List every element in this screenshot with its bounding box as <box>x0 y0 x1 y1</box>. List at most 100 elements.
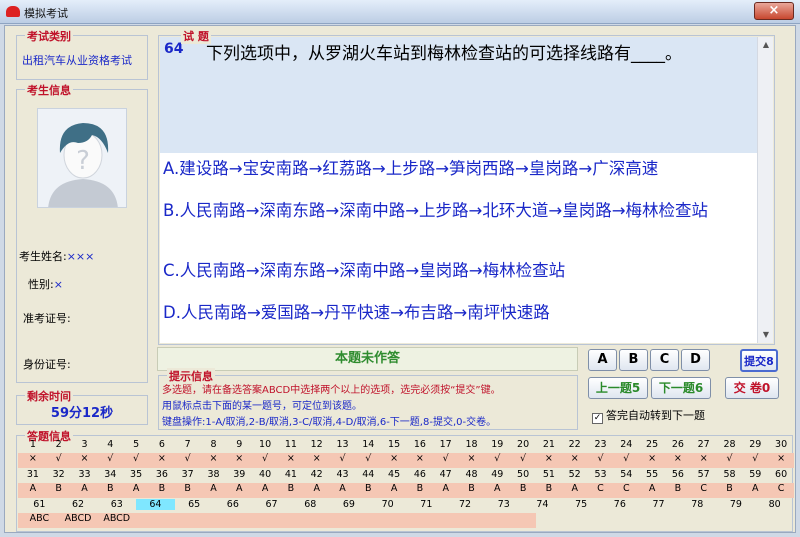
answer-mark-cell[interactable]: C <box>768 483 794 494</box>
question-number-cell[interactable]: 47 <box>433 469 459 480</box>
answer-mark-cell[interactable]: B <box>459 483 485 494</box>
question-number-cell[interactable]: 32 <box>46 469 72 480</box>
question-number-cell[interactable]: 25 <box>639 439 665 450</box>
question-number-cell[interactable]: 8 <box>201 439 227 450</box>
answer-mark-cell[interactable]: √ <box>717 453 743 464</box>
auto-next-checkbox[interactable]: ✓ 答完自动转到下一题 <box>592 407 705 424</box>
question-number-cell[interactable]: 78 <box>678 499 717 510</box>
answer-c-button[interactable]: C <box>650 349 679 371</box>
option-c[interactable]: C.人民南路→深南东路→深南中路→皇岗路→梅林检查站 <box>163 261 753 281</box>
question-number-cell[interactable]: 22 <box>562 439 588 450</box>
answer-mark-cell[interactable]: A <box>381 483 407 494</box>
next-question-button[interactable]: 下一题6 <box>651 377 711 399</box>
answer-mark-cell[interactable]: × <box>20 453 46 464</box>
answer-mark-cell[interactable]: ABCD <box>97 513 136 524</box>
question-number-cell[interactable]: 80 <box>755 499 794 510</box>
question-number-cell[interactable]: 1 <box>20 439 46 450</box>
question-number-cell[interactable]: 65 <box>175 499 214 510</box>
answer-mark-cell[interactable]: √ <box>123 453 149 464</box>
option-b[interactable]: B.人民南路→深南东路→深南中路→上步路→北环大道→皇岗路→梅林检查站 <box>163 201 753 221</box>
submit-button[interactable]: 提交8 <box>740 349 778 372</box>
question-number-cell[interactable]: 55 <box>639 469 665 480</box>
question-number-cell[interactable]: 40 <box>252 469 278 480</box>
question-number-cell[interactable]: 75 <box>562 499 601 510</box>
question-number-cell[interactable]: 73 <box>484 499 523 510</box>
question-number-cell[interactable]: 44 <box>355 469 381 480</box>
question-number-cell[interactable]: 21 <box>536 439 562 450</box>
question-number-cell[interactable]: 10 <box>252 439 278 450</box>
answer-mark-cell[interactable]: A <box>72 483 98 494</box>
question-number-cell[interactable]: 71 <box>407 499 446 510</box>
question-number-cell[interactable]: 46 <box>407 469 433 480</box>
answer-mark-cell[interactable]: √ <box>330 453 356 464</box>
question-number-cell[interactable]: 18 <box>459 439 485 450</box>
answer-mark-cell[interactable]: × <box>304 453 330 464</box>
answer-mark-cell[interactable]: B <box>175 483 201 494</box>
question-number-cell[interactable]: 5 <box>123 439 149 450</box>
answer-mark-cell[interactable]: √ <box>433 453 459 464</box>
question-number-cell[interactable]: 42 <box>304 469 330 480</box>
answer-mark-cell[interactable]: C <box>613 483 639 494</box>
answer-mark-cell[interactable]: B <box>278 483 304 494</box>
answer-mark-cell[interactable]: × <box>639 453 665 464</box>
scroll-up-icon[interactable]: ▲ <box>759 38 773 52</box>
question-number-cell[interactable]: 41 <box>278 469 304 480</box>
question-number-cell[interactable]: 23 <box>588 439 614 450</box>
answer-mark-cell[interactable]: × <box>407 453 433 464</box>
answer-d-button[interactable]: D <box>681 349 710 371</box>
answer-mark-cell[interactable]: × <box>201 453 227 464</box>
answer-mark-cell[interactable]: B <box>46 483 72 494</box>
answer-mark-cell[interactable]: B <box>510 483 536 494</box>
answer-mark-cell[interactable]: √ <box>742 453 768 464</box>
close-button[interactable]: × <box>754 2 794 20</box>
question-number-cell[interactable]: 39 <box>226 469 252 480</box>
question-number-cell[interactable]: 28 <box>717 439 743 450</box>
question-number-cell[interactable]: 35 <box>123 469 149 480</box>
answer-mark-cell[interactable]: √ <box>97 453 123 464</box>
question-number-cell[interactable]: 12 <box>304 439 330 450</box>
answer-b-button[interactable]: B <box>619 349 648 371</box>
answer-mark-cell[interactable]: × <box>149 453 175 464</box>
question-number-cell[interactable]: 61 <box>20 499 59 510</box>
question-number-cell[interactable]: 48 <box>459 469 485 480</box>
question-number-cell[interactable]: 64 <box>136 499 175 510</box>
answer-mark-cell[interactable]: B <box>407 483 433 494</box>
answer-mark-cell[interactable]: A <box>742 483 768 494</box>
question-number-cell[interactable]: 24 <box>613 439 639 450</box>
question-number-cell[interactable]: 49 <box>484 469 510 480</box>
answer-mark-cell[interactable]: × <box>562 453 588 464</box>
answer-mark-cell[interactable]: √ <box>175 453 201 464</box>
answer-mark-cell[interactable]: A <box>20 483 46 494</box>
answer-mark-cell[interactable]: √ <box>484 453 510 464</box>
answer-mark-cell[interactable]: B <box>97 483 123 494</box>
question-number-cell[interactable]: 34 <box>97 469 123 480</box>
question-number-cell[interactable]: 52 <box>562 469 588 480</box>
question-number-cell[interactable]: 27 <box>691 439 717 450</box>
question-number-cell[interactable]: 3 <box>72 439 98 450</box>
answer-mark-cell[interactable]: √ <box>510 453 536 464</box>
answer-mark-cell[interactable]: A <box>433 483 459 494</box>
answer-mark-cell[interactable]: B <box>149 483 175 494</box>
question-number-cell[interactable]: 36 <box>149 469 175 480</box>
question-number-cell[interactable]: 33 <box>72 469 98 480</box>
finish-exam-button[interactable]: 交 卷0 <box>725 377 779 399</box>
question-number-cell[interactable]: 62 <box>59 499 98 510</box>
answer-mark-cell[interactable]: × <box>72 453 98 464</box>
question-number-cell[interactable]: 6 <box>149 439 175 450</box>
question-number-cell[interactable]: 7 <box>175 439 201 450</box>
answer-mark-cell[interactable]: √ <box>252 453 278 464</box>
question-number-cell[interactable]: 26 <box>665 439 691 450</box>
question-number-cell[interactable]: 17 <box>433 439 459 450</box>
answer-mark-cell[interactable]: C <box>588 483 614 494</box>
question-number-cell[interactable]: 69 <box>330 499 369 510</box>
answer-mark-cell[interactable]: × <box>278 453 304 464</box>
question-number-cell[interactable]: 51 <box>536 469 562 480</box>
question-number-cell[interactable]: 29 <box>742 439 768 450</box>
question-number-cell[interactable]: 31 <box>20 469 46 480</box>
answer-mark-cell[interactable]: ABCD <box>59 513 98 524</box>
question-number-cell[interactable]: 30 <box>768 439 794 450</box>
answer-mark-cell[interactable]: √ <box>46 453 72 464</box>
question-number-cell[interactable]: 15 <box>381 439 407 450</box>
question-number-cell[interactable]: 67 <box>252 499 291 510</box>
answer-mark-cell[interactable]: × <box>381 453 407 464</box>
